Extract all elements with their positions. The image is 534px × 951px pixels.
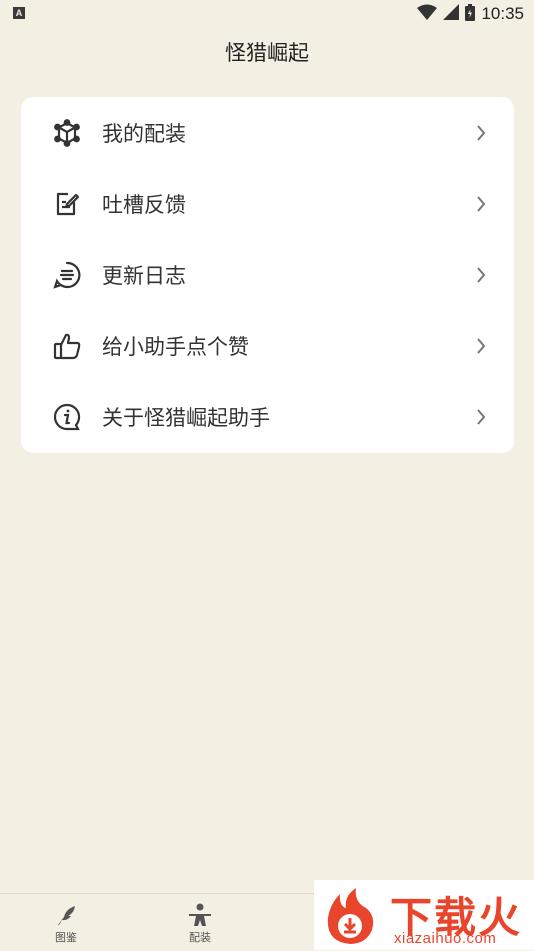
watermark: 下载火 xiazaihuo.com — [314, 880, 534, 950]
signal-icon — [443, 4, 460, 24]
menu-item-label: 我的配装 — [102, 121, 186, 146]
chevron-right-icon — [474, 265, 488, 285]
tab-builds[interactable]: 配装 — [160, 894, 240, 951]
message-list-icon — [51, 259, 83, 291]
wifi-icon — [417, 4, 438, 24]
menu-card: 我的配装 吐槽反馈 更新日志 给小助手点个赞 关于怪猎崛起助手 — [21, 97, 514, 453]
tab-label: 配装 — [189, 931, 211, 944]
chevron-right-icon — [474, 123, 488, 143]
menu-item-like[interactable]: 给小助手点个赞 — [21, 310, 514, 381]
battery-icon — [465, 3, 476, 25]
menu-item-changelog[interactable]: 更新日志 — [21, 239, 514, 310]
chevron-right-icon — [474, 336, 488, 356]
status-indicators: 10:35 — [417, 3, 524, 25]
chevron-right-icon — [474, 407, 488, 427]
feather-icon — [53, 902, 79, 928]
notification-badge-icon: A — [13, 7, 25, 19]
clock: 10:35 — [481, 4, 524, 23]
gear-cube-icon — [51, 117, 83, 149]
watermark-url: xiazaihuo.com — [394, 930, 497, 947]
menu-item-label: 更新日志 — [102, 263, 186, 288]
menu-item-my-builds[interactable]: 我的配装 — [21, 97, 514, 168]
flame-logo-icon — [320, 886, 380, 946]
menu-item-label: 吐槽反馈 — [102, 192, 186, 217]
menu-item-feedback[interactable]: 吐槽反馈 — [21, 168, 514, 239]
menu-item-label: 给小助手点个赞 — [102, 334, 249, 359]
chevron-right-icon — [474, 194, 488, 214]
tab-label: 图鉴 — [55, 931, 77, 944]
warrior-icon — [187, 902, 213, 928]
status-bar: A 10:35 — [0, 0, 534, 28]
page-title-bar: 怪猎崛起 — [0, 30, 534, 74]
menu-item-label: 关于怪猎崛起助手 — [102, 405, 270, 430]
info-bubble-icon — [51, 401, 83, 433]
thumbs-up-icon — [51, 330, 83, 362]
page-title: 怪猎崛起 — [225, 41, 309, 65]
tab-encyclopedia[interactable]: 图鉴 — [26, 894, 106, 951]
edit-note-icon — [51, 188, 83, 220]
menu-item-about[interactable]: 关于怪猎崛起助手 — [21, 381, 514, 452]
